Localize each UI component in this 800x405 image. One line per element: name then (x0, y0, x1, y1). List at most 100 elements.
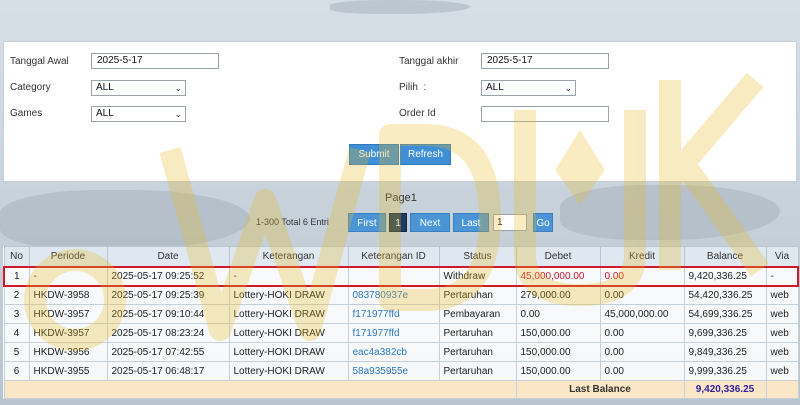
end-date-label: Tanggal akhir (399, 56, 459, 67)
first-page-button[interactable]: First (348, 213, 386, 232)
row-no: 3 (3, 304, 30, 324)
footer-spacer (765, 380, 799, 399)
column-header: Via (765, 246, 799, 267)
submit-button[interactable]: Submit (349, 144, 399, 165)
row-date: 2025-05-17 08:23:24 (106, 323, 230, 343)
row-kredit: 0.00 (599, 265, 685, 287)
column-header: Date (106, 246, 230, 267)
row-keterangan: Lottery-HOKI DRAW (228, 361, 349, 381)
last-balance-label: Last Balance (515, 380, 685, 399)
row-keterangan: - (228, 265, 349, 287)
row-no: 1 (3, 265, 30, 287)
table-row: 1 - 2025-05-17 09:25:52 - Withdraw 45,00… (3, 265, 799, 287)
row-debet: 279,000.00 (515, 285, 601, 305)
row-periode: HKDW-3958 (28, 285, 108, 305)
column-header: Keterangan ID (347, 246, 440, 267)
table-row: 3 HKDW-3957 2025-05-17 09:10:44 Lottery-… (3, 304, 799, 324)
row-date: 2025-05-17 09:10:44 (106, 304, 230, 324)
chevron-down-icon: ⌄ (174, 109, 182, 119)
row-date: 2025-05-17 09:25:39 (106, 285, 230, 305)
pilih-select-value: ALL (486, 82, 504, 93)
row-no: 6 (3, 361, 30, 381)
row-via: - (765, 265, 799, 287)
column-header: No (3, 246, 30, 267)
column-header: Keterangan (228, 246, 349, 267)
row-keterangan-id-link[interactable]: eac4a382cb (347, 342, 440, 362)
row-debet: 45,000,000.00 (515, 265, 601, 287)
row-kredit: 45,000,000.00 (599, 304, 685, 324)
games-select[interactable]: ALL ⌄ (91, 106, 186, 122)
row-date: 2025-05-17 07:42:55 (106, 342, 230, 362)
category-select-value: ALL (96, 82, 114, 93)
chevron-down-icon: ⌄ (564, 83, 572, 93)
row-status: Pertaruhan (438, 323, 517, 343)
next-page-button[interactable]: Next (410, 213, 450, 232)
row-keterangan-id-link[interactable]: 083780937e (347, 285, 440, 305)
row-periode: HKDW-3957 (28, 323, 108, 343)
row-status: Pertaruhan (438, 361, 517, 381)
table-header-row: No Periode Date Keterangan Keterangan ID… (3, 246, 799, 267)
chevron-down-icon: ⌄ (174, 83, 182, 93)
column-header: Kredit (599, 246, 685, 267)
row-keterangan-id (347, 265, 440, 287)
row-via: web (765, 304, 799, 324)
row-keterangan: Lottery-HOKI DRAW (228, 285, 349, 305)
row-no: 5 (3, 342, 30, 362)
map-decoration (0, 190, 250, 250)
row-keterangan-id-link[interactable]: 58a935955e (347, 361, 440, 381)
category-select[interactable]: ALL ⌄ (91, 80, 186, 96)
last-balance-value: 9,420,336.25 (683, 380, 767, 399)
column-header: Balance (683, 246, 767, 267)
table-row: 4 HKDW-3957 2025-05-17 08:23:24 Lottery-… (3, 323, 799, 343)
row-periode: - (28, 265, 108, 287)
refresh-button[interactable]: Refresh (400, 144, 451, 165)
row-date: 2025-05-17 06:48:17 (106, 361, 230, 381)
pilih-select[interactable]: ALL ⌄ (481, 80, 576, 96)
games-label: Games (10, 108, 43, 119)
row-no: 2 (3, 285, 30, 305)
row-balance: 54,699,336.25 (683, 304, 767, 324)
row-debet: 150,000.00 (515, 342, 601, 362)
transactions-table: No Periode Date Keterangan Keterangan ID… (3, 246, 799, 399)
current-page-button[interactable]: 1 (389, 213, 407, 232)
start-date-input[interactable]: 2025-5-17 (91, 53, 219, 69)
row-periode: HKDW-3957 (28, 304, 108, 324)
table-row: 2 HKDW-3958 2025-05-17 09:25:39 Lottery-… (3, 285, 799, 305)
row-keterangan: Lottery-HOKI DRAW (228, 323, 349, 343)
column-header: Debet (515, 246, 601, 267)
row-kredit: 0.00 (599, 285, 685, 305)
row-via: web (765, 323, 799, 343)
row-status: Withdraw (438, 265, 517, 287)
row-keterangan-id-link[interactable]: f171977ffd (347, 323, 440, 343)
go-button[interactable]: Go (533, 213, 553, 232)
row-status: Pertaruhan (438, 285, 517, 305)
row-keterangan: Lottery-HOKI DRAW (228, 342, 349, 362)
column-header: Periode (28, 246, 108, 267)
row-periode: HKDW-3956 (28, 342, 108, 362)
order-id-label: Order Id (399, 108, 436, 119)
map-decoration (560, 185, 780, 240)
row-keterangan-id-link[interactable]: f171977ffd (347, 304, 440, 324)
pilih-label: Pilih : (399, 82, 427, 93)
row-via: web (765, 285, 799, 305)
row-balance: 9,999,336.25 (683, 361, 767, 381)
end-date-input[interactable]: 2025-5-17 (481, 53, 609, 69)
row-status: Pembayaran (438, 304, 517, 324)
order-id-input[interactable] (481, 106, 609, 122)
row-balance: 9,420,336.25 (683, 265, 767, 287)
row-balance: 54,420,336.25 (683, 285, 767, 305)
row-debet: 150,000.00 (515, 323, 601, 343)
last-page-button[interactable]: Last (453, 213, 489, 232)
row-kredit: 0.00 (599, 342, 685, 362)
goto-page-input[interactable]: 1 (493, 214, 527, 231)
footer-spacer (3, 380, 517, 399)
row-debet: 150,000.00 (515, 361, 601, 381)
column-header: Status (438, 246, 517, 267)
filter-panel: Tanggal Awal 2025-5-17 Category ALL ⌄ Ga… (3, 41, 797, 182)
category-label: Category (10, 82, 51, 93)
table-row: 5 HKDW-3956 2025-05-17 07:42:55 Lottery-… (3, 342, 799, 362)
row-no: 4 (3, 323, 30, 343)
row-via: web (765, 361, 799, 381)
start-date-label: Tanggal Awal (10, 56, 69, 67)
row-balance: 9,849,336.25 (683, 342, 767, 362)
